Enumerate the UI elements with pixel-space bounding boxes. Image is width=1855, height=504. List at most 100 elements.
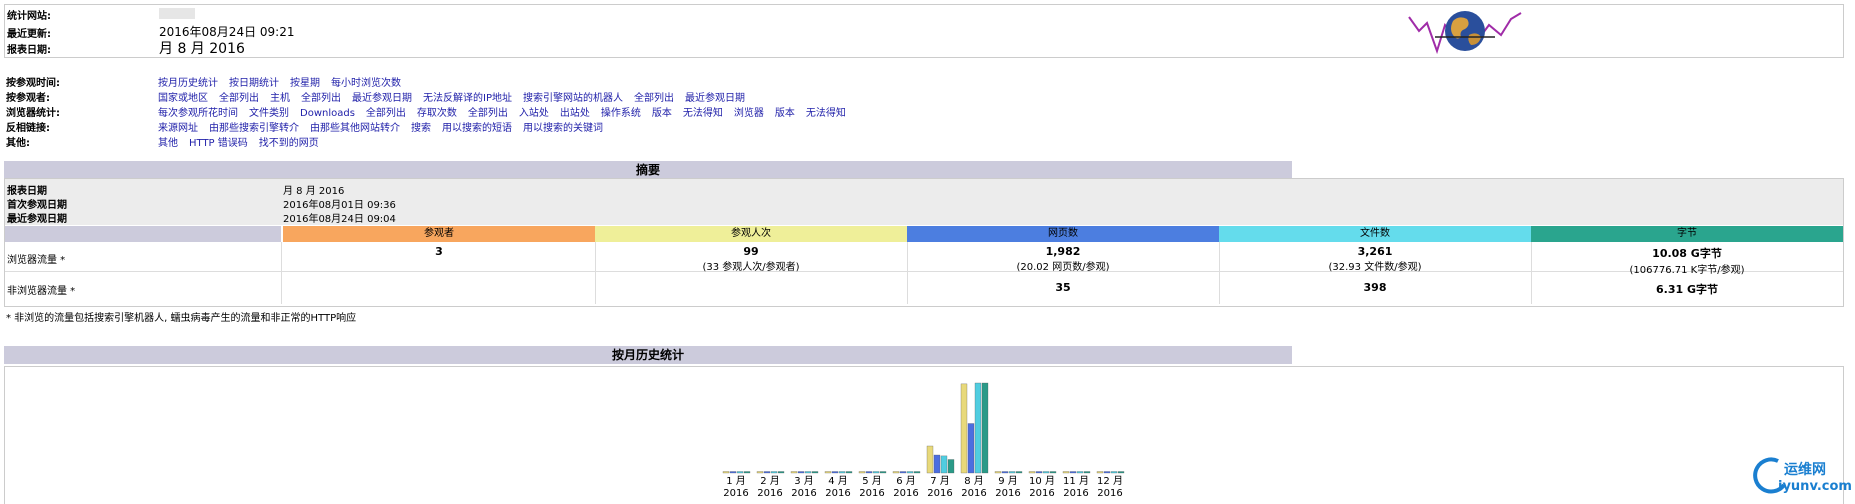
nav-link[interactable]: 按日期统计 — [229, 78, 279, 89]
nav-link[interactable]: 最近参观日期 — [352, 93, 412, 104]
history-section-title: 按月历史统计 — [4, 346, 1292, 364]
month-label: 11 月 2016 — [1059, 476, 1093, 500]
month-year: 2016 — [927, 488, 953, 499]
month-year: 2016 — [825, 488, 851, 499]
last-visit-label: 最近参观日期 — [7, 214, 67, 225]
nav-link[interactable]: 全部列出 — [468, 108, 508, 119]
bar-字节-7 月 — [947, 459, 955, 474]
month-year: 2016 — [757, 488, 783, 499]
viewed-visits: 99 (33 参观人次/参观者) — [702, 245, 800, 273]
first-visit-date: 2016年08月01日 09:36 — [283, 200, 396, 211]
bar-网页数-4 月 — [831, 471, 839, 474]
month-name: 9 月 — [998, 476, 1018, 487]
notviewed-hits: 398 — [1363, 281, 1387, 294]
summary-section-title: 摘要 — [4, 161, 1292, 179]
bar-网页数-10 月 — [1035, 471, 1043, 474]
nav-link[interactable]: 按月历史统计 — [158, 78, 218, 89]
nav-link[interactable]: 最近参观日期 — [685, 93, 745, 104]
nav-link[interactable]: 存取次数 — [417, 108, 457, 119]
bar-字节-1 月 — [743, 471, 751, 474]
bar-文件数-1 月 — [736, 471, 744, 474]
nav-link[interactable]: 全部列出 — [219, 93, 259, 104]
nav-link[interactable]: 找不到的网页 — [259, 138, 319, 149]
month-name: 12 月 — [1097, 476, 1123, 487]
viewed-pages: 1,982 (20.02 网页数/参观) — [1016, 245, 1110, 273]
nav-link[interactable]: 每小时浏览次数 — [331, 78, 401, 89]
month-name: 10 月 — [1029, 476, 1055, 487]
month-label: 1 月 2016 — [719, 476, 753, 500]
header-label-site: 统计网站: — [7, 11, 51, 22]
summary-dates: 报表日期 月 8 月 2016 首次参观日期 2016年08月01日 09:36… — [5, 179, 1843, 225]
bar-文件数-12 月 — [1110, 471, 1118, 474]
nav-link[interactable]: 全部列出 — [366, 108, 406, 119]
iyunv-watermark: 运维网 iyunv.com — [1748, 455, 1852, 501]
monthly-history-chart: 1 月 2016 2 月 2016 3 月 2016 4 月 2016 5 月 2016 6 月 20… — [4, 366, 1844, 504]
header-label-updated: 最近更新: — [7, 29, 51, 40]
nav-link[interactable]: HTTP 错误码 — [189, 138, 248, 149]
nav-links: 每次参观所花时间 文件类别 Downloads 全部列出 存取次数 全部列出 入站处 出站处操… — [158, 104, 857, 119]
watermark-text-domain: iyunv.com — [1778, 479, 1852, 494]
nav-link[interactable]: 主机 — [270, 93, 290, 104]
month-year: 2016 — [961, 488, 987, 499]
nav-link[interactable]: 无法反解译的IP地址 — [423, 93, 512, 104]
report-date-value: 月 8 月 2016 — [159, 41, 245, 57]
nav-link[interactable]: 国家或地区 — [158, 93, 208, 104]
month-year: 2016 — [893, 488, 919, 499]
nav-link[interactable]: 搜索 — [411, 123, 431, 134]
nav-links: 来源网址 由那些搜索引擎转介 由那些其他网站转介 搜索 用以搜索的短语 用以搜索的关键词 — [158, 119, 614, 134]
bar-字节-10 月 — [1049, 471, 1057, 474]
nav-links: 国家或地区 全部列出 主机 全部列出 最近参观日期 无法反解译的IP地址 搜索引擎网站的机器… — [158, 89, 756, 104]
month-label: 10 月 2016 — [1025, 476, 1059, 500]
bar-网页数-11 月 — [1069, 471, 1077, 474]
bar-文件数-6 月 — [906, 471, 914, 474]
bar-参观人次-4 月 — [824, 471, 832, 474]
bar-文件数-2 月 — [770, 471, 778, 474]
month-year: 2016 — [995, 488, 1021, 499]
nav-link[interactable]: 操作系统 — [601, 108, 641, 119]
report-date: 月 8 月 2016 — [283, 186, 345, 197]
month-name: 11 月 — [1063, 476, 1089, 487]
nav-link[interactable]: 文件类别 — [249, 108, 289, 119]
nav-link[interactable]: 来源网址 — [158, 123, 198, 134]
nav-label: 按参观者: — [6, 93, 50, 104]
nav-link[interactable]: 用以搜索的关键词 — [523, 123, 603, 134]
traffic-footnote: * 非浏览的流量包括搜索引擎机器人, 蠕虫病毒产生的流量和非正常的HTTP响应 — [6, 313, 357, 324]
nav-link[interactable]: Downloads — [300, 108, 355, 119]
month-year: 2016 — [1029, 488, 1055, 499]
bar-文件数-7 月 — [940, 455, 948, 474]
nav-link[interactable]: 版本 — [775, 108, 795, 119]
nav-link[interactable]: 出站处 — [560, 108, 590, 119]
bar-参观人次-1 月 — [722, 471, 730, 474]
bar-网页数-3 月 — [797, 471, 805, 474]
nav-label: 按参观时间: — [6, 78, 60, 89]
month-name: 4 月 — [828, 476, 848, 487]
notviewed-bytes: 6.31 G字节 — [1656, 283, 1718, 296]
nav-link[interactable]: 全部列出 — [634, 93, 674, 104]
awstats-globe-logo — [1408, 11, 1522, 55]
month-label: 4 月 2016 — [821, 476, 855, 500]
nav-link[interactable]: 按星期 — [290, 78, 320, 89]
nav-link[interactable]: 用以搜索的短语 — [442, 123, 512, 134]
nav-link[interactable]: 无法得知 — [806, 108, 846, 119]
nav-link[interactable]: 浏览器 — [734, 108, 764, 119]
notviewed-pages: 35 — [1055, 281, 1071, 294]
nav-link[interactable]: 全部列出 — [301, 93, 341, 104]
nav-link[interactable]: 每次参观所花时间 — [158, 108, 238, 119]
nav-link[interactable]: 版本 — [652, 108, 672, 119]
nav-link[interactable]: 由那些其他网站转介 — [310, 123, 400, 134]
report-date-label: 报表日期 — [7, 186, 47, 197]
nav-links: 按月历史统计 按日期统计 按星期 每小时浏览次数 — [158, 74, 412, 89]
bar-文件数-10 月 — [1042, 471, 1050, 474]
bar-参观人次-11 月 — [1062, 471, 1070, 474]
bar-文件数-5 月 — [872, 471, 880, 474]
nav-link[interactable]: 入站处 — [519, 108, 549, 119]
bar-网页数-7 月 — [933, 454, 941, 474]
nav-link[interactable]: 无法得知 — [683, 108, 723, 119]
month-label: 8 月 2016 — [957, 476, 991, 500]
report-header: 统计网站: 最近更新: 2016年08月24日 09:21 报表日期: 月 8 … — [4, 4, 1844, 58]
col-header-visits: 参观人次 — [595, 226, 907, 242]
nav-link[interactable]: 搜索引擎网站的机器人 — [523, 93, 623, 104]
nav-link[interactable]: 其他 — [158, 138, 178, 149]
nav-link[interactable]: 由那些搜索引擎转介 — [209, 123, 299, 134]
nav-links: 其他 HTTP 错误码 找不到的网页 — [158, 134, 330, 149]
